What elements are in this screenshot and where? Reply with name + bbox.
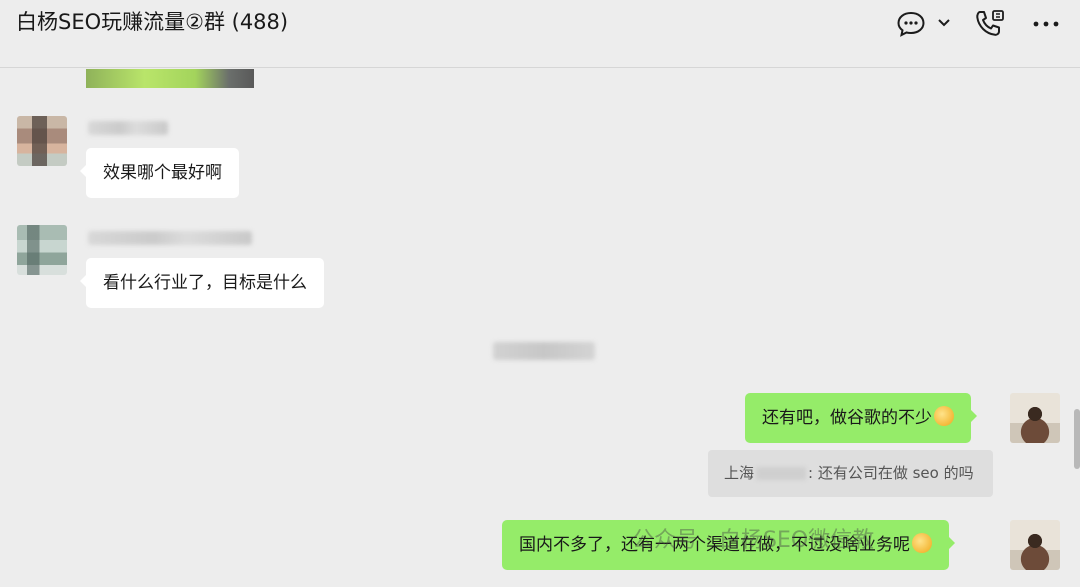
chat-title: 白杨SEO玩赚流量②群 (488) — [16, 10, 289, 34]
message-text: 国内不多了，还有一两个渠道在做，不过没啥业务呢 — [519, 535, 910, 555]
message-bubble-self[interactable]: 还有吧，做谷歌的不少 — [745, 393, 977, 443]
thinking-face-emoji-icon — [934, 406, 954, 426]
avatar[interactable] — [17, 116, 67, 166]
quote-sender-blurred — [756, 467, 807, 480]
message-bubble-self[interactable]: 国内不多了，还有一两个渠道在做，不过没啥业务呢 — [502, 520, 955, 570]
grinning-face-emoji-icon — [912, 533, 932, 553]
chevron-down-icon[interactable] — [934, 12, 954, 32]
avatar-self[interactable] — [1010, 520, 1060, 570]
sender-name-blurred — [88, 121, 168, 135]
scrollbar[interactable] — [1074, 409, 1080, 469]
timestamp-blurred — [493, 342, 595, 360]
chat-header: 白杨SEO玩赚流量②群 (488) — [0, 0, 1080, 68]
sender-name-blurred — [88, 231, 252, 245]
voice-call-icon[interactable] — [972, 8, 1006, 40]
message-list[interactable]: 效果哪个最好啊 看什么行业了，目标是什么 还有吧，做谷歌的不少 上海 : 还有公司… — [0, 69, 1080, 587]
message-bubble[interactable]: 看什么行业了，目标是什么 — [80, 258, 324, 308]
more-icon[interactable] — [1030, 8, 1062, 40]
message-text: 看什么行业了，目标是什么 — [103, 273, 307, 293]
quoted-message[interactable]: 上海 : 还有公司在做 seo 的吗 — [708, 450, 993, 497]
message-text: 还有吧，做谷歌的不少 — [762, 408, 932, 428]
quote-sender: 上海 — [724, 464, 755, 482]
shared-image-thumbnail[interactable] — [86, 69, 254, 88]
message-bubble[interactable]: 效果哪个最好啊 — [80, 148, 239, 198]
message-text: 效果哪个最好啊 — [103, 163, 222, 183]
chat-bubble-icon[interactable] — [895, 8, 927, 40]
quote-text: : 还有公司在做 seo 的吗 — [808, 464, 974, 482]
avatar-self[interactable] — [1010, 393, 1060, 443]
avatar[interactable] — [17, 225, 67, 275]
